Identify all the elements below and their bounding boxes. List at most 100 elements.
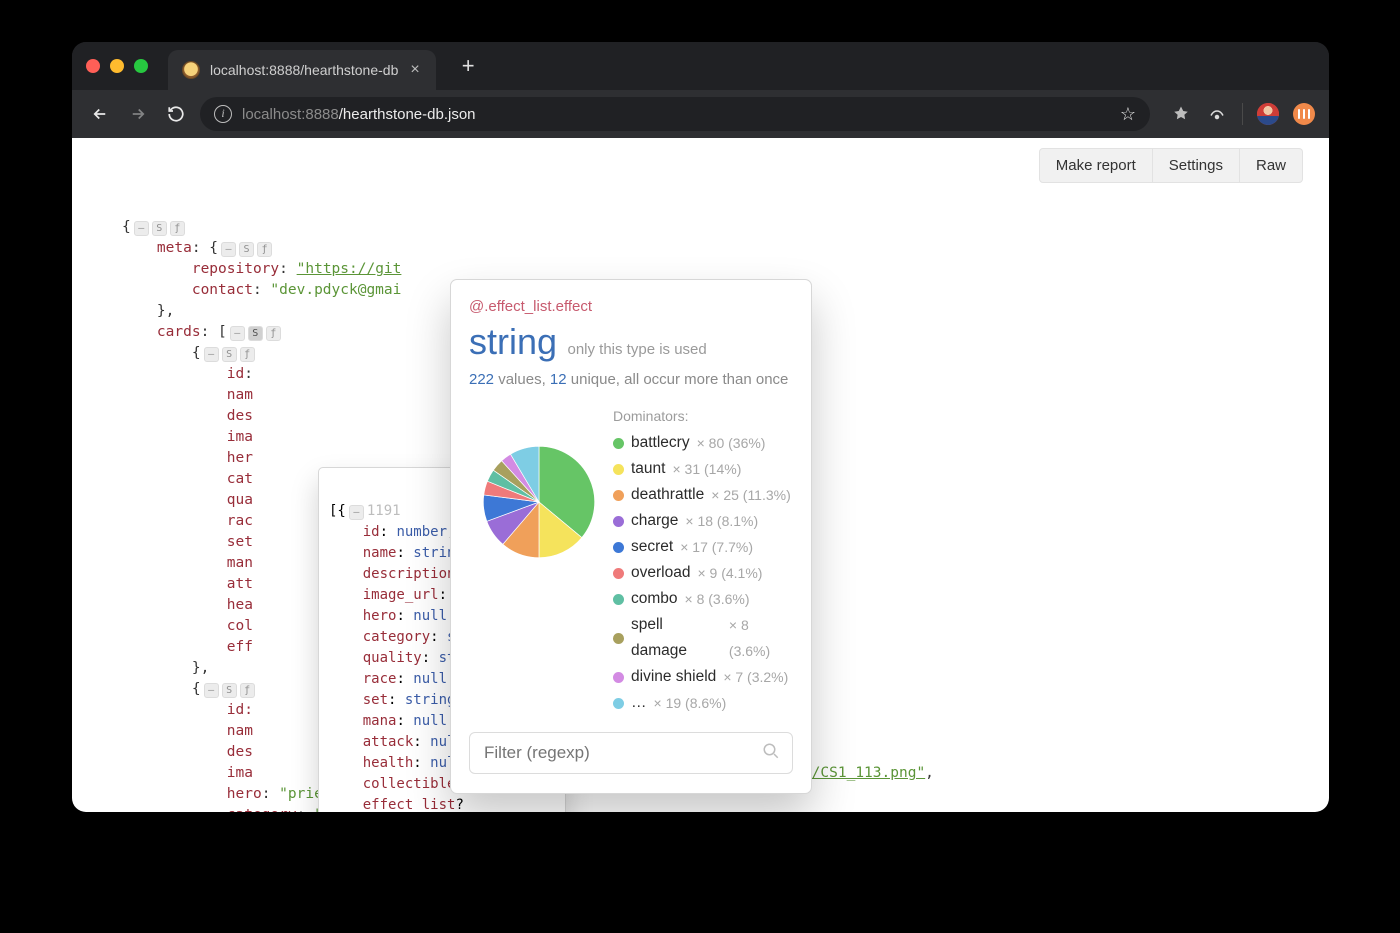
filter-results: battlecry× 80charge <box>469 788 793 794</box>
dominator-count: × 18 (8.1%) <box>685 508 758 534</box>
dominator-label: taunt <box>631 456 665 482</box>
collapse-toggle[interactable]: – <box>230 326 245 341</box>
fn-badge[interactable]: ƒ <box>240 683 255 698</box>
filter-input[interactable] <box>482 742 762 764</box>
collapse-toggle[interactable]: – <box>204 347 219 362</box>
tab-title: localhost:8888/hearthstone-db <box>210 62 398 78</box>
dominator-row[interactable]: secret × 17 (7.7%) <box>613 534 793 560</box>
raw-button[interactable]: Raw <box>1240 148 1303 183</box>
color-swatch <box>613 568 624 579</box>
type-path: @.effect_list.effect <box>469 298 793 315</box>
dominator-row[interactable]: battlecry × 80 (36%) <box>613 430 793 456</box>
settings-button[interactable]: Settings <box>1153 148 1240 183</box>
sig-badge[interactable]: S <box>222 347 237 362</box>
minimize-window-button[interactable] <box>110 59 124 73</box>
browser-window: localhost:8888/hearthstone-db × + localh… <box>72 42 1329 812</box>
dominator-label: … <box>631 690 647 716</box>
back-button[interactable] <box>86 100 114 128</box>
dominator-row[interactable]: charge × 18 (8.1%) <box>613 508 793 534</box>
item-count: 1191 <box>367 503 401 519</box>
dominator-count: × 31 (14%) <box>672 456 741 482</box>
color-swatch <box>613 633 624 644</box>
type-subtitle: only this type is used <box>567 341 706 358</box>
forward-button[interactable] <box>124 100 152 128</box>
toolbar: localhost:8888/hearthstone-db.json ☆ <box>72 90 1329 138</box>
color-swatch <box>613 698 624 709</box>
window-controls <box>86 59 148 73</box>
sig-badge[interactable]: S <box>222 683 237 698</box>
result-row[interactable]: battlecry × 80 <box>469 788 793 794</box>
close-tab-button[interactable]: × <box>408 60 421 80</box>
color-swatch <box>613 438 624 449</box>
new-tab-button[interactable]: + <box>454 49 483 83</box>
color-swatch <box>613 594 624 605</box>
fn-badge[interactable]: ƒ <box>240 347 255 362</box>
fn-badge[interactable]: ƒ <box>257 242 272 257</box>
dominator-row[interactable]: taunt × 31 (14%) <box>613 456 793 482</box>
type-name: string <box>469 321 557 362</box>
favicon-icon <box>182 61 200 79</box>
result-label: battlecry <box>469 788 529 794</box>
collapse-toggle[interactable]: – <box>349 505 364 520</box>
collapse-toggle[interactable]: – <box>221 242 236 257</box>
reload-button[interactable] <box>162 100 190 128</box>
fn-badge[interactable]: ƒ <box>170 221 185 236</box>
fn-badge[interactable]: ƒ <box>266 326 281 341</box>
url-text: localhost:8888/hearthstone-db.json <box>242 106 476 123</box>
dominators-pie-chart <box>481 444 597 560</box>
maximize-window-button[interactable] <box>134 59 148 73</box>
dominator-row[interactable]: divine shield × 7 (3.2%) <box>613 664 793 690</box>
dominator-count: × 9 (4.1%) <box>697 560 762 586</box>
browser-menu-button[interactable] <box>1293 103 1315 125</box>
extension-icon-2[interactable] <box>1206 103 1228 125</box>
dominator-count: × 7 (3.2%) <box>723 664 788 690</box>
sig-badge[interactable]: S <box>152 221 167 236</box>
page-viewport: Make report Settings Raw {–Sƒ meta: {–Sƒ… <box>72 138 1329 812</box>
filter-input-wrap[interactable] <box>469 732 793 774</box>
sig-badge[interactable]: S <box>248 326 263 341</box>
result-meta: × 80 <box>761 788 793 794</box>
dominator-count: × 17 (7.7%) <box>680 534 753 560</box>
dominator-label: deathrattle <box>631 482 704 508</box>
dominator-label: divine shield <box>631 664 716 690</box>
sig-badge[interactable]: S <box>239 242 254 257</box>
dominator-label: overload <box>631 560 690 586</box>
type-popover: @.effect_list.effect string only this ty… <box>450 279 812 794</box>
discovery-buttons: Make report Settings Raw <box>1039 148 1303 183</box>
color-swatch <box>613 464 624 475</box>
dominator-count: × 25 (11.3%) <box>711 482 791 508</box>
profile-avatar[interactable] <box>1257 103 1279 125</box>
collapse-toggle[interactable]: – <box>204 683 219 698</box>
bookmark-star-icon[interactable]: ☆ <box>1120 104 1136 125</box>
dominator-row[interactable]: combo × 8 (3.6%) <box>613 586 793 612</box>
dominator-row[interactable]: … × 19 (8.6%) <box>613 690 793 716</box>
dominator-count: × 8 (3.6%) <box>685 586 750 612</box>
site-info-icon[interactable] <box>214 105 232 123</box>
make-report-button[interactable]: Make report <box>1039 148 1153 183</box>
extension-icon-1[interactable] <box>1170 103 1192 125</box>
dominator-count: × 8 (3.6%) <box>729 612 793 664</box>
dominator-count: × 80 (36%) <box>697 430 766 456</box>
dominator-row[interactable]: overload × 9 (4.1%) <box>613 560 793 586</box>
dominator-row[interactable]: deathrattle × 25 (11.3%) <box>613 482 793 508</box>
dominator-label: charge <box>631 508 678 534</box>
collapse-toggle[interactable]: – <box>134 221 149 236</box>
close-window-button[interactable] <box>86 59 100 73</box>
toolbar-separator <box>1242 103 1243 125</box>
address-bar[interactable]: localhost:8888/hearthstone-db.json ☆ <box>200 97 1150 131</box>
dominator-label: battlecry <box>631 430 690 456</box>
titlebar: localhost:8888/hearthstone-db × + <box>72 42 1329 90</box>
dominator-label: spell damage <box>631 612 722 664</box>
color-swatch <box>613 516 624 527</box>
dominator-row[interactable]: spell damage× 8 (3.6%) <box>613 612 793 664</box>
dominator-label: combo <box>631 586 678 612</box>
color-swatch <box>613 490 624 501</box>
dominator-label: secret <box>631 534 673 560</box>
search-icon <box>762 742 780 765</box>
type-stats: 222 values, 12 unique, all occur more th… <box>469 371 793 388</box>
dominator-count: × 19 (8.6%) <box>654 690 727 716</box>
browser-tab[interactable]: localhost:8888/hearthstone-db × <box>168 50 436 90</box>
color-swatch <box>613 542 624 553</box>
dominators-header: Dominators: <box>613 408 793 424</box>
dominators-list: battlecry × 80 (36%) taunt × 31 (14%)deathr… <box>613 430 793 716</box>
